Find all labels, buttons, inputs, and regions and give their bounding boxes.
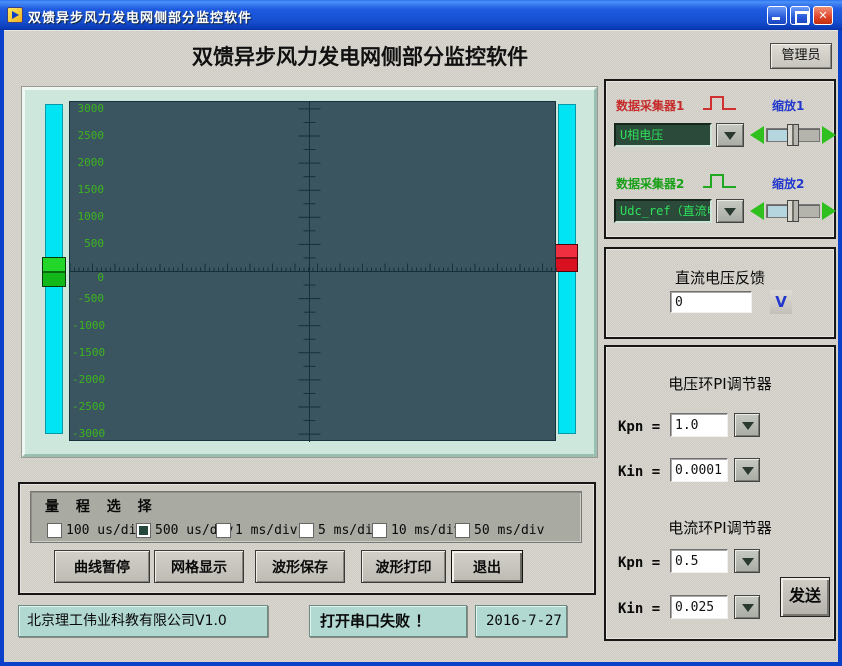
axes-svg	[70, 102, 557, 442]
current-kin-dropdown-arrow-icon[interactable]	[734, 595, 760, 619]
checkbox-50ms[interactable]	[455, 523, 470, 538]
y-tick-label: -3000	[72, 427, 104, 440]
y-tick-label: -2000	[72, 373, 104, 386]
left-cursor-handle[interactable]	[42, 257, 66, 287]
checkbox-5ms[interactable]	[299, 523, 314, 538]
y-tick-label: 2000	[72, 156, 104, 169]
volt-unit-label: V	[770, 290, 792, 314]
dc-feedback-input[interactable]	[670, 291, 752, 313]
y-tick-label: -1500	[72, 346, 104, 359]
collector2-label: 数据采集器2	[616, 175, 684, 192]
checkbox-label: 1 ms/div	[235, 523, 298, 538]
voltage-kpn-label: Kpn =	[618, 419, 660, 435]
admin-button[interactable]: 管理员	[770, 43, 832, 69]
checkbox-label: 10 ms/div	[391, 523, 461, 538]
channel2-select[interactable]: Udc_ref（直流电	[614, 199, 712, 223]
zoom2-label: 缩放2	[772, 175, 804, 192]
current-kpn-input[interactable]	[670, 549, 728, 573]
minimize-button[interactable]	[767, 6, 787, 25]
range-option-100us[interactable]: 100 us/div	[47, 520, 144, 536]
dc-feedback-label: 直流电压反馈	[606, 267, 834, 288]
date-display: 2016-7-27	[475, 605, 567, 637]
y-tick-label: -1000	[72, 319, 104, 332]
square-wave-red-icon	[702, 93, 738, 113]
grid-display-button[interactable]: 网格显示	[154, 550, 244, 583]
checkbox-10ms[interactable]	[372, 523, 387, 538]
y-tick-label: -2500	[72, 400, 104, 413]
dc-feedback-panel: 直流电压反馈 V	[604, 247, 836, 339]
pause-curve-button[interactable]: 曲线暂停	[54, 550, 150, 583]
checkbox-500us[interactable]	[136, 523, 151, 538]
title-bar: 双馈异步风力发电网侧部分监控软件 ✕	[0, 0, 842, 30]
checkbox-label: 50 ms/div	[474, 523, 544, 538]
y-tick-label: 3000	[72, 102, 104, 115]
square-wave-green-icon	[702, 171, 738, 191]
voltage-kin-label: Kin =	[618, 464, 660, 480]
range-panel: 量 程 选 择 100 us/div 500 us/div 1 ms/div 5…	[18, 482, 596, 595]
zoom2-slider[interactable]	[750, 198, 836, 224]
slider-left-arrow-icon[interactable]	[750, 126, 764, 144]
checkbox-label: 100 us/div	[66, 523, 144, 538]
voltage-kpn-dropdown-arrow-icon[interactable]	[734, 413, 760, 437]
channel1-select[interactable]: U相电压	[614, 123, 712, 147]
print-waveform-button[interactable]: 波形打印	[361, 550, 446, 583]
y-tick-label: 2500	[72, 129, 104, 142]
voltage-kin-dropdown-arrow-icon[interactable]	[734, 458, 760, 482]
range-title: 量 程 选 择	[45, 496, 158, 516]
channel1-dropdown-arrow-icon[interactable]	[716, 123, 744, 147]
app-icon	[7, 7, 23, 23]
page-title: 双馈异步风力发电网侧部分监控软件	[120, 41, 600, 71]
voltage-kin-input[interactable]	[670, 458, 728, 482]
slider-right-arrow-icon[interactable]	[822, 126, 836, 144]
current-kin-input[interactable]	[670, 595, 728, 619]
send-button[interactable]: 发送	[780, 577, 830, 617]
range-option-5ms[interactable]: 5 ms/div	[299, 520, 381, 536]
maximize-button[interactable]	[790, 6, 810, 25]
close-button[interactable]: ✕	[813, 6, 833, 25]
slider-left-arrow-icon[interactable]	[750, 202, 764, 220]
oscilloscope-frame: 3000 2500 2000 1500 1000 500 0 -500 -1000 -1500 -2…	[22, 87, 597, 457]
slider-right-arrow-icon[interactable]	[822, 202, 836, 220]
slider-thumb[interactable]	[787, 200, 799, 222]
current-pi-title: 电流环PI调节器	[606, 517, 834, 538]
voltage-kpn-input[interactable]	[670, 413, 728, 437]
zoom1-label: 缩放1	[772, 97, 804, 114]
range-select-group: 量 程 选 择 100 us/div 500 us/div 1 ms/div 5…	[30, 491, 582, 543]
y-tick-label: 1000	[72, 210, 104, 223]
serial-error-message: 打开串口失败 ！	[309, 605, 467, 637]
range-option-10ms[interactable]: 10 ms/div	[372, 520, 461, 536]
checkbox-100us[interactable]	[47, 523, 62, 538]
current-kpn-dropdown-arrow-icon[interactable]	[734, 549, 760, 573]
voltage-pi-title: 电压环PI调节器	[606, 373, 834, 394]
collectors-panel: 数据采集器1 缩放1 U相电压 数据采集器2 缩放2 Udc_ref（直流电	[604, 79, 836, 239]
channel2-dropdown-arrow-icon[interactable]	[716, 199, 744, 223]
app-window: 双馈异步风力发电网侧部分监控软件 ✕ 双馈异步风力发电网侧部分监控软件 管理员 …	[0, 0, 842, 666]
range-option-50ms[interactable]: 50 ms/div	[455, 520, 544, 536]
zoom1-slider[interactable]	[750, 122, 836, 148]
exit-button[interactable]: 退出	[451, 550, 523, 583]
company-status: 北京理工伟业科教有限公司V1.0	[18, 605, 268, 637]
y-tick-label: 0	[72, 271, 104, 284]
current-kpn-label: Kpn =	[618, 555, 660, 571]
current-kin-label: Kin =	[618, 601, 660, 617]
y-tick-label: 1500	[72, 183, 104, 196]
slider-thumb[interactable]	[787, 124, 799, 146]
checkbox-1ms[interactable]	[216, 523, 231, 538]
y-tick-label: -500	[72, 292, 104, 305]
waveform-plot: 3000 2500 2000 1500 1000 500 0 -500 -1000 -1500 -2…	[69, 101, 556, 441]
collector1-label: 数据采集器1	[616, 97, 684, 114]
client-area: 双馈异步风力发电网侧部分监控软件 管理员 3000 2500 2000 1500 100…	[4, 30, 838, 662]
y-tick-label: 500	[72, 237, 104, 250]
window-title: 双馈异步风力发电网侧部分监控软件	[28, 7, 252, 26]
range-option-1ms[interactable]: 1 ms/div	[216, 520, 298, 536]
save-waveform-button[interactable]: 波形保存	[255, 550, 345, 583]
